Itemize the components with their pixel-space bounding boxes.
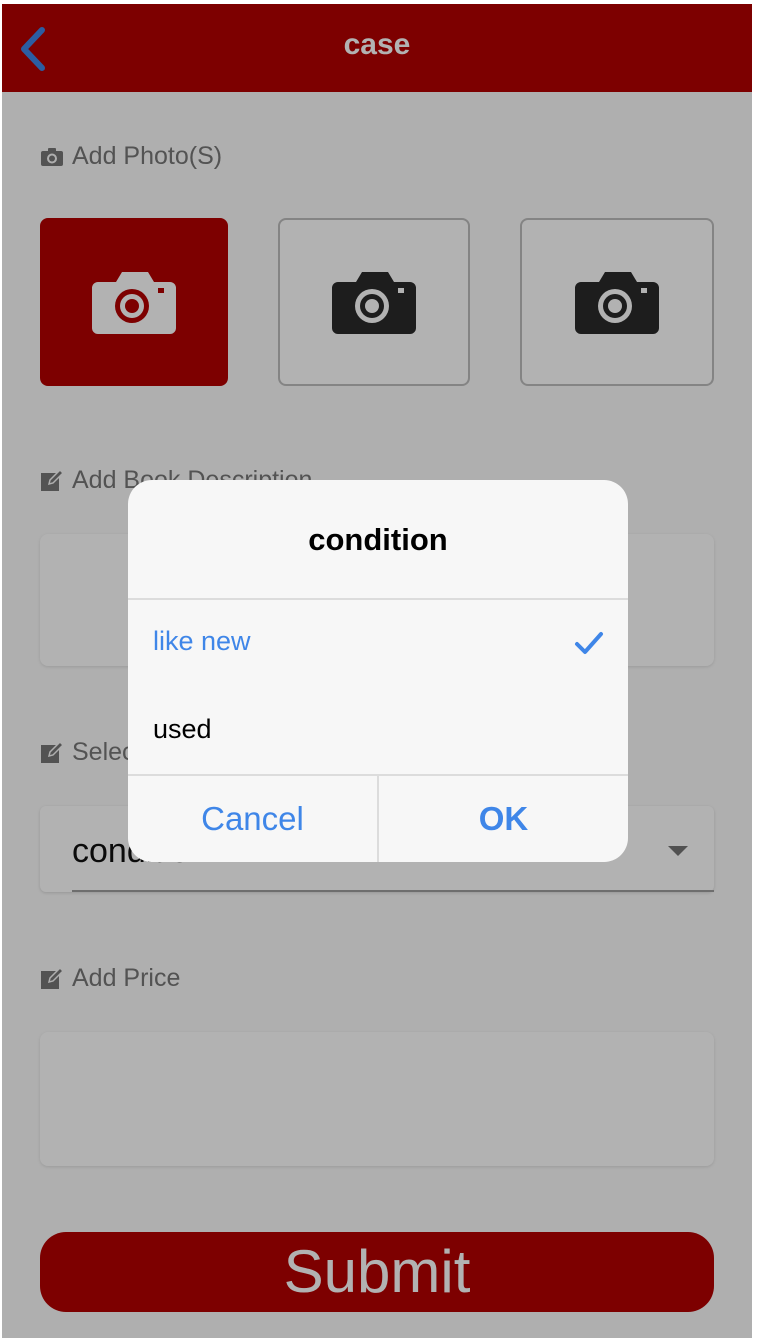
condition-dialog: condition like new used Cancel OK	[128, 480, 628, 862]
screen: case Add Photo(S) Add Select Add Price S…	[2, 4, 752, 1338]
dialog-title: condition	[308, 522, 448, 557]
option-like-new[interactable]: like new	[128, 602, 628, 690]
option-used[interactable]: used	[128, 690, 628, 778]
dialog-divider	[128, 598, 628, 600]
checkmark-icon	[575, 632, 603, 654]
option-label: used	[153, 714, 212, 744]
option-label: like new	[153, 626, 251, 656]
ok-button[interactable]: OK	[379, 776, 628, 862]
cancel-button[interactable]: Cancel	[128, 776, 377, 862]
